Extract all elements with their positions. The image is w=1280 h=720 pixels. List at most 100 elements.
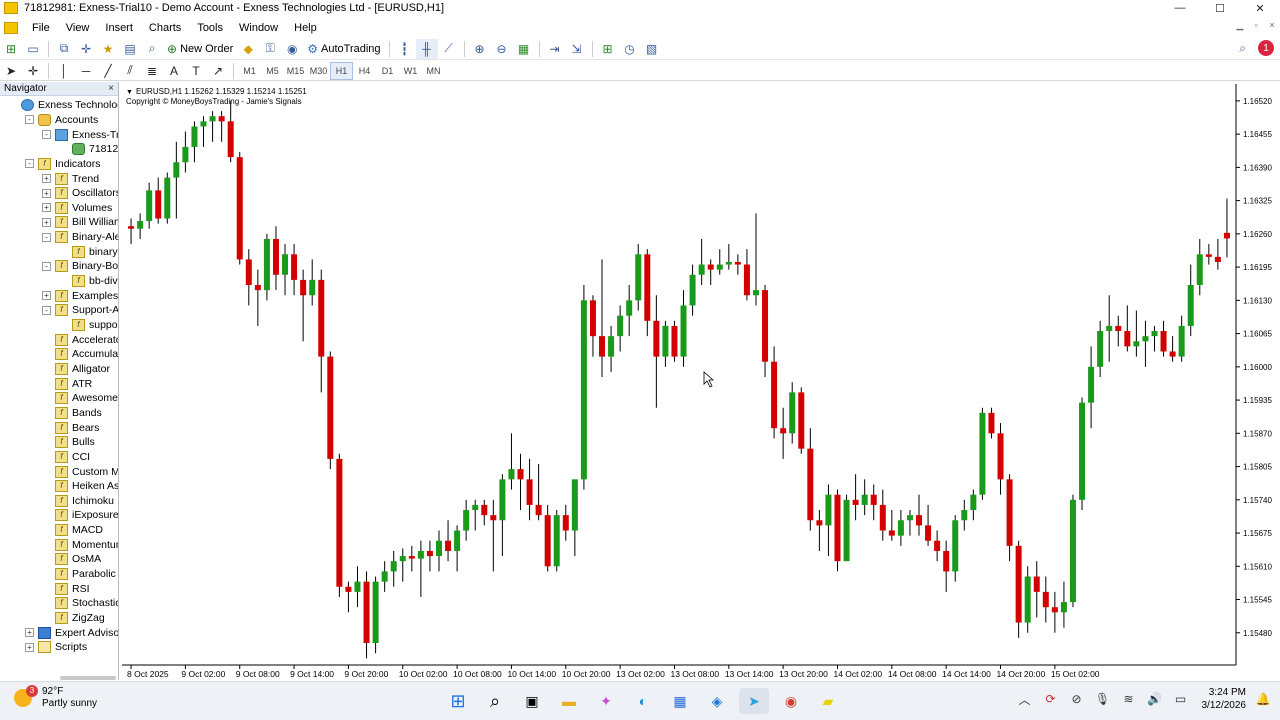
candle[interactable] bbox=[798, 387, 805, 454]
close-button[interactable]: ✕ bbox=[1240, 0, 1280, 16]
candle[interactable] bbox=[1142, 320, 1149, 367]
candle[interactable] bbox=[1205, 244, 1212, 265]
candle[interactable] bbox=[200, 116, 207, 147]
candle[interactable] bbox=[327, 351, 334, 470]
menu-help[interactable]: Help bbox=[286, 18, 325, 38]
candle[interactable] bbox=[762, 284, 769, 378]
candle[interactable] bbox=[671, 320, 678, 362]
zoom-in-icon[interactable]: ⊕ bbox=[469, 39, 491, 59]
store-icon[interactable]: ▦ bbox=[665, 688, 695, 714]
profiles-icon[interactable]: ▭ bbox=[22, 39, 44, 59]
candle[interactable] bbox=[155, 177, 162, 224]
timeframe-m1[interactable]: M1 bbox=[238, 62, 261, 80]
candle[interactable] bbox=[816, 510, 823, 551]
candle[interactable] bbox=[1196, 238, 1203, 296]
candle[interactable] bbox=[1214, 238, 1221, 270]
candle[interactable] bbox=[825, 484, 832, 557]
indicators-icon[interactable]: ⊞ bbox=[597, 39, 619, 59]
candle[interactable] bbox=[644, 249, 651, 337]
navigator-item[interactable]: - Exness-Trial1 bbox=[42, 127, 118, 142]
navigator-item[interactable]: f support- bbox=[59, 318, 118, 333]
candle[interactable] bbox=[1033, 561, 1040, 618]
candle[interactable] bbox=[182, 131, 189, 173]
document-icon[interactable] bbox=[4, 22, 18, 34]
weather-widget[interactable]: 3 92°F Partly sunny bbox=[14, 685, 97, 710]
timeframe-mn[interactable]: MN bbox=[422, 62, 445, 80]
candle[interactable] bbox=[716, 249, 723, 275]
navigator-item[interactable]: f iExposure bbox=[42, 508, 118, 523]
navigator-item[interactable]: f Alligator bbox=[42, 362, 110, 377]
collapse-icon[interactable]: - bbox=[25, 159, 34, 169]
expand-icon[interactable]: + bbox=[25, 628, 34, 638]
candle[interactable] bbox=[435, 530, 442, 572]
navigator-item[interactable]: + f Oscillators bbox=[42, 186, 118, 201]
timeframe-m30[interactable]: M30 bbox=[307, 62, 330, 80]
collapse-icon[interactable]: - bbox=[42, 232, 51, 242]
candle[interactable] bbox=[789, 382, 796, 444]
navigator-item[interactable]: + f Trend bbox=[42, 171, 99, 186]
timeframe-m15[interactable]: M15 bbox=[284, 62, 307, 80]
candle[interactable] bbox=[562, 504, 569, 541]
navigator-item[interactable]: -f Binary-Alert- bbox=[42, 230, 118, 245]
menu-window[interactable]: Window bbox=[231, 18, 286, 38]
candle[interactable] bbox=[227, 100, 234, 163]
candle[interactable] bbox=[1060, 581, 1067, 628]
navigator-item[interactable]: + Expert Advisors bbox=[25, 625, 118, 640]
candle[interactable] bbox=[481, 499, 488, 526]
telegram-icon[interactable]: ➤ bbox=[739, 688, 769, 714]
candle[interactable] bbox=[988, 407, 995, 439]
candle[interactable] bbox=[698, 238, 705, 285]
timeframe-m5[interactable]: M5 bbox=[261, 62, 284, 80]
navigator-item[interactable]: f OsMA bbox=[42, 552, 101, 567]
navigator-item[interactable]: f Bulls bbox=[42, 435, 95, 450]
trendline-icon[interactable]: ╱ bbox=[97, 61, 119, 81]
candle[interactable] bbox=[544, 504, 551, 572]
candle[interactable] bbox=[291, 244, 298, 296]
timeframe-d1[interactable]: D1 bbox=[376, 62, 399, 80]
navigator-item[interactable]: f CCI bbox=[42, 450, 90, 465]
candle[interactable] bbox=[526, 458, 533, 521]
navigator-item[interactable]: f Awesome bbox=[42, 391, 118, 406]
zoom-out-icon[interactable]: ⊖ bbox=[491, 39, 513, 59]
candle[interactable] bbox=[282, 244, 289, 296]
navigator-scrollbar[interactable] bbox=[60, 676, 116, 680]
vscode-icon[interactable]: ◈ bbox=[702, 688, 732, 714]
collapse-icon[interactable]: - bbox=[25, 115, 34, 125]
templates-icon[interactable]: ▧ bbox=[641, 39, 663, 59]
navigator-item[interactable]: f Heiken Ashi bbox=[42, 479, 118, 494]
text-icon[interactable]: A bbox=[163, 61, 185, 81]
navigator-item[interactable]: f Momentum bbox=[42, 538, 118, 553]
candle[interactable] bbox=[861, 479, 868, 516]
candle[interactable] bbox=[970, 489, 977, 521]
terminal-icon[interactable]: ▤ bbox=[119, 39, 141, 59]
mdi-minimize-icon[interactable]: ▁ bbox=[1232, 20, 1248, 31]
candle[interactable] bbox=[417, 540, 424, 597]
new-order-button[interactable]: ⊕ New Order bbox=[163, 39, 237, 59]
sync-icon[interactable]: ⟳ bbox=[1042, 690, 1060, 708]
candle[interactable] bbox=[1006, 474, 1013, 562]
candle[interactable] bbox=[653, 295, 660, 408]
expand-icon[interactable]: + bbox=[25, 642, 34, 652]
candle[interactable] bbox=[1042, 576, 1049, 623]
candle[interactable] bbox=[1124, 305, 1131, 352]
candle[interactable] bbox=[272, 226, 279, 291]
candle[interactable] bbox=[1069, 494, 1076, 608]
horizontal-line-icon[interactable]: ─ bbox=[75, 61, 97, 81]
chevron-up-icon[interactable]: ︿ bbox=[1016, 690, 1034, 708]
vertical-line-icon[interactable]: │ bbox=[53, 61, 75, 81]
candle[interactable] bbox=[608, 325, 615, 372]
candle[interactable] bbox=[897, 510, 904, 546]
new-chart-icon[interactable]: ⊞ bbox=[0, 39, 22, 59]
candle[interactable] bbox=[662, 320, 669, 367]
candle[interactable] bbox=[399, 548, 406, 582]
candle[interactable] bbox=[472, 499, 479, 531]
timeframe-h4[interactable]: H4 bbox=[353, 62, 376, 80]
sticky-notes-icon[interactable]: ▰ bbox=[813, 688, 843, 714]
chart-window[interactable]: 1.16520 1.16455 1.16390 1.16325 1.16260 1.161… bbox=[122, 84, 1280, 681]
candle[interactable] bbox=[1223, 198, 1230, 258]
collapse-icon[interactable]: - bbox=[42, 130, 51, 140]
metaeditor-icon[interactable]: ◆ bbox=[237, 39, 259, 59]
candle[interactable] bbox=[725, 244, 732, 270]
navigator-item[interactable]: f Custom Mov bbox=[42, 464, 118, 479]
candle[interactable] bbox=[345, 581, 352, 613]
